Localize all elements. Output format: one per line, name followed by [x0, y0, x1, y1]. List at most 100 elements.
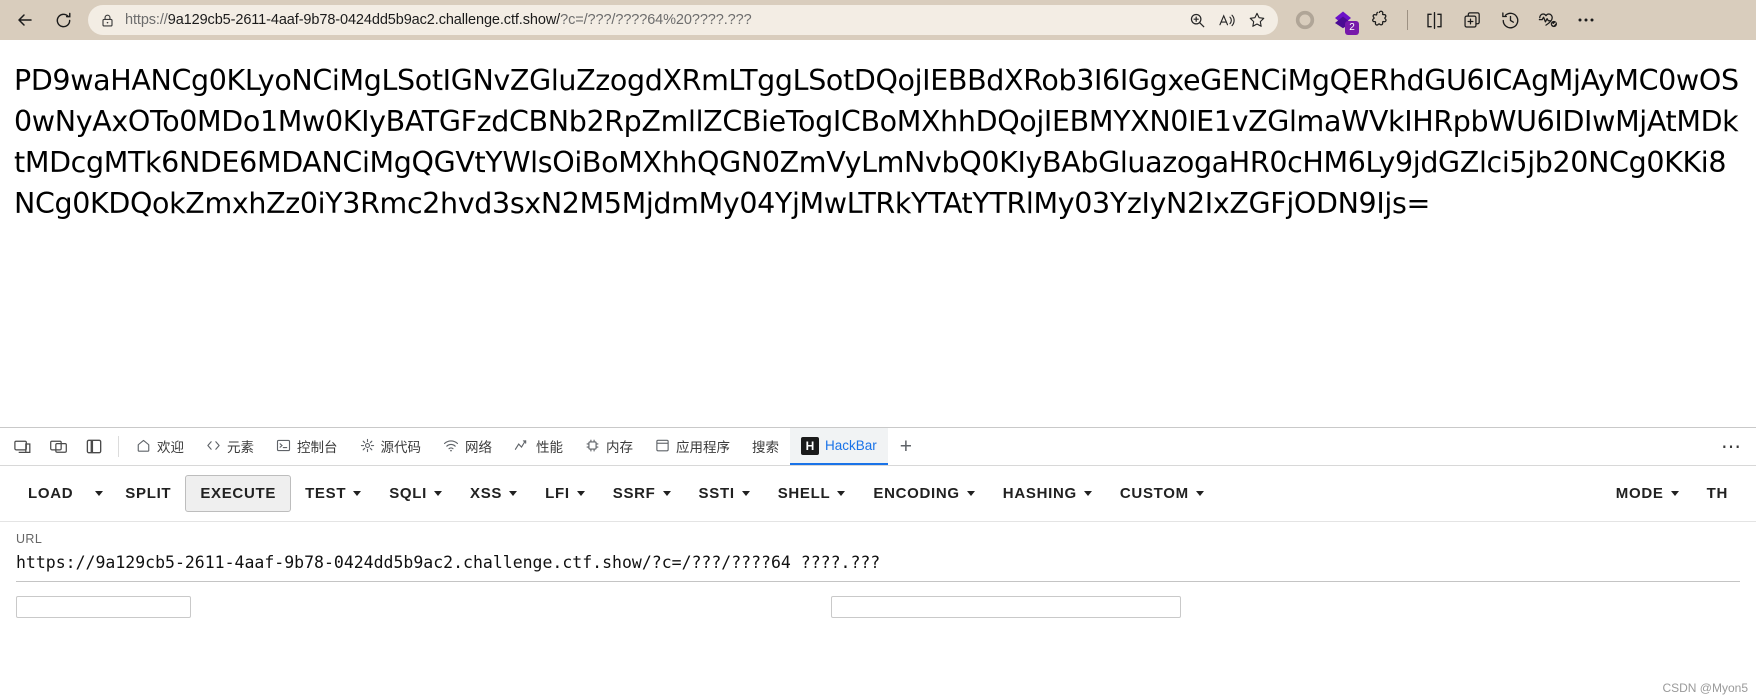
chevron-down-icon [1083, 491, 1092, 496]
add-to-collections-icon[interactable] [1455, 4, 1489, 36]
performance-icon [514, 438, 530, 453]
devtools-tab-label: 内存 [606, 439, 633, 455]
hackbar-ssti-button[interactable]: SSTI [685, 476, 764, 511]
hackbar-shell-button[interactable]: SHELL [764, 476, 860, 511]
hackbar-button-label: SSTI [698, 485, 735, 502]
hackbar-encoding-button[interactable]: ENCODING [859, 476, 988, 511]
url-query: ?c=/???/????64%20????.??? [560, 12, 752, 28]
url-host: 9a129cb5-2611-4aaf-9b78-0424dd5b9ac2.cha… [167, 12, 561, 28]
hackbar-button-label: ENCODING [873, 485, 960, 502]
devtools-tab-console[interactable]: 控制台 [265, 428, 349, 465]
hackbar-url-input[interactable]: https://9a129cb5-2611-4aaf-9b78-0424dd5b… [16, 553, 1740, 582]
hackbar-button-label: CUSTOM [1119, 485, 1189, 502]
hackbar-post-data-field[interactable] [16, 596, 191, 618]
hackbar-url-label: URL [16, 532, 43, 546]
hackbar-custom-button[interactable]: CUSTOM [1106, 476, 1218, 511]
inspect-device-icon[interactable] [4, 428, 40, 465]
reload-button[interactable] [46, 5, 80, 35]
devtools-tab-hackbar[interactable]: H HackBar [790, 428, 888, 465]
hackbar-sqli-button[interactable]: SQLI [375, 476, 456, 511]
zoom-icon[interactable] [1182, 7, 1212, 33]
watermark-text: CSDN @Myon5 [1662, 681, 1748, 695]
back-button[interactable] [8, 5, 42, 35]
console-icon [276, 438, 291, 453]
read-aloud-icon[interactable] [1212, 7, 1242, 33]
hackbar-referer-field[interactable] [831, 596, 1181, 618]
chevron-down-icon [966, 491, 975, 496]
copilot-icon[interactable] [1288, 4, 1322, 36]
devtools-tab-memory[interactable]: 内存 [574, 428, 644, 465]
hackbar-button-label: XSS [470, 485, 503, 502]
chevron-down-icon [1670, 491, 1679, 496]
chevron-down-icon [353, 491, 362, 496]
devtools-tab-label: 搜索 [752, 439, 779, 455]
page-content-area: PD9waHANCg0KLyoNCiMgLSotIGNvZGluZzogdXRm… [0, 40, 1756, 427]
sources-icon [360, 438, 375, 453]
memory-icon [585, 438, 600, 453]
hackbar-test-button[interactable]: TEST [291, 476, 375, 511]
devtools-add-tab-button[interactable]: + [888, 428, 924, 465]
devtools-tab-network[interactable]: 网络 [432, 428, 503, 465]
devtools-tab-label: 元素 [227, 439, 254, 455]
home-icon [136, 438, 151, 453]
devtools-divider [118, 436, 119, 457]
hackbar-mode-button[interactable]: MODE [1602, 476, 1693, 511]
base64-source-text: PD9waHANCg0KLyoNCiMgLSotIGNvZGluZzogdXRm… [14, 64, 1739, 220]
panel-layout-icon[interactable] [76, 428, 112, 465]
chevron-down-icon [1195, 491, 1204, 496]
lock-icon[interactable] [100, 13, 115, 28]
star-icon[interactable] [1242, 7, 1272, 33]
devtools-tab-application[interactable]: 应用程序 [644, 428, 741, 465]
devtools-tab-welcome[interactable]: 欢迎 [125, 428, 195, 465]
dock-side-icon[interactable] [40, 428, 76, 465]
history-icon[interactable] [1493, 4, 1527, 36]
devtools-tab-label: 应用程序 [676, 439, 730, 455]
browser-essentials-icon[interactable] [1531, 4, 1565, 36]
extension-badge: 2 [1345, 21, 1359, 35]
chevron-down-icon [509, 491, 518, 496]
hackbar-bottom-row [0, 596, 1756, 620]
devtools-tab-sources[interactable]: 源代码 [349, 428, 433, 465]
hackbar-theme-button[interactable]: TH [1693, 476, 1742, 511]
devtools-panel: 欢迎 元素 控制台 源代码 网络 性能 内存 应用程序 搜索 H HackBar… [0, 427, 1756, 620]
hackbar-button-label: TH [1706, 485, 1728, 502]
hackbar-button-label: EXECUTE [200, 485, 277, 502]
application-icon [655, 438, 670, 453]
hackbar-xss-button[interactable]: XSS [456, 476, 531, 511]
browser-toolbar: https://9a129cb5-2611-4aaf-9b78-0424dd5b… [0, 0, 1756, 40]
url-text[interactable]: https://9a129cb5-2611-4aaf-9b78-0424dd5b… [125, 12, 1182, 28]
url-scheme: https:// [125, 12, 168, 28]
devtools-tab-performance[interactable]: 性能 [503, 428, 574, 465]
hackbar-ssrf-button[interactable]: SSRF [599, 476, 685, 511]
chevron-down-icon [837, 491, 846, 496]
address-bar[interactable]: https://9a129cb5-2611-4aaf-9b78-0424dd5b… [88, 5, 1278, 35]
hackbar-load-dropdown[interactable] [87, 482, 111, 505]
hackbar-execute-button[interactable]: EXECUTE [185, 475, 292, 512]
hackbar-url-section: URL https://9a129cb5-2611-4aaf-9b78-0424… [0, 522, 1756, 582]
hackbar-button-label: MODE [1615, 485, 1664, 502]
network-wifi-icon [443, 438, 459, 453]
hackbar-split-button[interactable]: SPLIT [111, 476, 185, 511]
hackbar-load-button[interactable]: LOAD [14, 476, 87, 511]
hackbar-button-label: TEST [305, 485, 347, 502]
devtools-tab-search[interactable]: 搜索 [741, 428, 790, 465]
hackbar-button-label: LOAD [28, 485, 74, 502]
settings-and-more-icon[interactable] [1569, 4, 1603, 36]
code-brackets-icon [206, 438, 221, 453]
chevron-down-icon [662, 491, 671, 496]
hackbar-lfi-button[interactable]: LFI [531, 476, 599, 511]
hackbar-button-label: LFI [545, 485, 570, 502]
devtools-tab-label: 控制台 [297, 439, 338, 455]
devtools-more-button[interactable]: ⋯ [1707, 428, 1756, 465]
devtools-tab-elements[interactable]: 元素 [195, 428, 265, 465]
hackbar-hashing-button[interactable]: HASHING [989, 476, 1106, 511]
split-screen-icon[interactable] [1417, 4, 1451, 36]
devtools-tab-label: 网络 [465, 439, 492, 455]
chevron-down-icon [576, 491, 585, 496]
chevron-down-icon [741, 491, 750, 496]
extensions-puzzle-icon[interactable] [1364, 4, 1398, 36]
extension-diamond-icon[interactable]: 2 [1326, 4, 1360, 36]
hackbar-toolbar-right: MODE TH [1602, 476, 1742, 511]
devtools-tabbar: 欢迎 元素 控制台 源代码 网络 性能 内存 应用程序 搜索 H HackBar… [0, 428, 1756, 466]
devtools-tab-label: 源代码 [380, 439, 422, 455]
